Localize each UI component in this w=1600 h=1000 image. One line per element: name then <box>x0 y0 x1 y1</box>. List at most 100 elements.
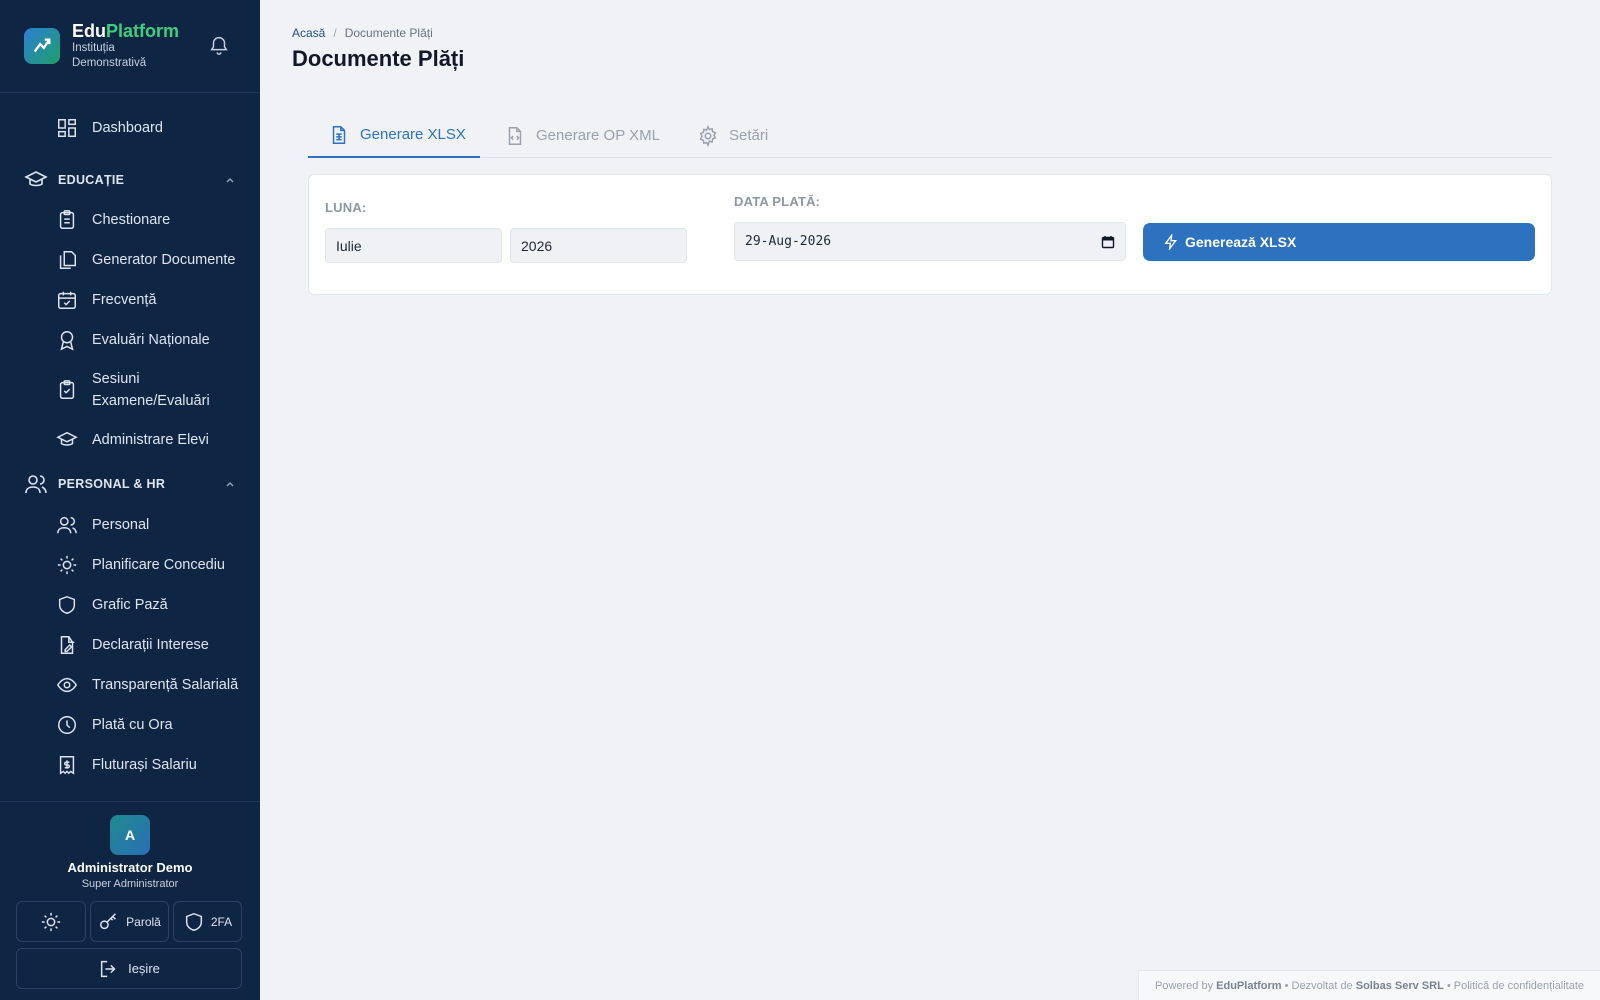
sidebar-item-planificare-concediu[interactable]: Planificare Concediu <box>56 554 225 576</box>
dashboard-icon <box>58 119 76 137</box>
sidebar-item-plata-cu-ora[interactable]: Plată cu Ora <box>56 714 173 736</box>
sidebar-item-label: Plată cu Ora <box>92 717 173 733</box>
year-input[interactable]: 2026 <box>510 228 687 263</box>
tab-generare-op-xml[interactable]: Generare OP XML <box>504 113 660 158</box>
month-select[interactable]: Iulie <box>325 228 502 263</box>
chevron-up-icon <box>226 482 234 487</box>
award-icon <box>60 331 74 351</box>
sidebar-item-evaluari-nationale[interactable]: Evaluări Naționale <box>56 329 210 351</box>
logo-icon <box>24 28 60 64</box>
tab-setari[interactable]: Setări <box>697 113 768 158</box>
key-icon <box>100 912 117 929</box>
sidebar: EduPlatform Instituția Demonstrativă Das… <box>0 0 260 1000</box>
twofa-button[interactable]: 2FA <box>173 901 242 942</box>
section-label: EDUCAȚIE <box>58 173 125 187</box>
footer: Powered by EduPlatform • Dezvoltat de So… <box>1138 970 1600 1000</box>
xlsx-form-card: LUNA: Iulie 2026 DATA PLATĂ: 29-Aug-2026… <box>308 174 1552 295</box>
code-file-icon <box>508 126 522 145</box>
graduation-cap-icon <box>24 171 48 187</box>
sidebar-item-label: Sesiuni Examene/Evaluări <box>92 371 210 409</box>
sidebar-item-frecventa[interactable]: Frecvență <box>56 289 156 311</box>
sidebar-section-hr[interactable]: PERSONAL & HR <box>24 472 236 496</box>
breadcrumb-current: Documente Plăți <box>344 26 433 40</box>
payment-date-value: 29-Aug-2026 <box>745 234 832 249</box>
breadcrumb: Acasă / Documente Plăți <box>292 26 433 40</box>
lightning-icon <box>1164 234 1177 250</box>
notification-bell-icon[interactable] <box>208 34 230 56</box>
sidebar-item-label: Declarații Interese <box>92 637 209 653</box>
calendar-check-icon <box>58 291 76 309</box>
shield-icon <box>58 595 76 615</box>
sun-icon <box>41 912 61 931</box>
brand-text: EduPlatform Instituția Demonstrativă <box>72 21 179 71</box>
sidebar-item-label: Planificare Concediu <box>92 557 225 573</box>
sidebar-item-label: Fluturași Salariu <box>92 757 197 773</box>
password-label: Parolă <box>126 914 161 929</box>
tab-bar: Generare XLSX Generare OP XML Setări <box>308 113 1552 158</box>
avatar[interactable]: A <box>110 815 150 855</box>
receipt-icon <box>59 756 75 775</box>
breadcrumb-separator: / <box>333 26 337 40</box>
users-icon <box>57 516 77 534</box>
sidebar-item-generator-documente[interactable]: Generator Documente <box>56 249 235 271</box>
sidebar-item-label: Dashboard <box>92 120 163 136</box>
clipboard-check-icon <box>59 380 75 399</box>
sidebar-item-label: Chestionare <box>92 212 171 228</box>
clipboard-list-icon <box>59 210 75 229</box>
sidebar-item-fluturasi-salariu[interactable]: Fluturași Salariu <box>56 754 197 776</box>
sidebar-item-transparenta-salariala[interactable]: Transparență Salarială <box>56 674 238 696</box>
twofa-label: 2FA <box>210 914 233 929</box>
chevron-up-icon <box>226 178 234 183</box>
generate-xlsx-button[interactable]: Generează XLSX <box>1143 223 1535 261</box>
generate-xlsx-label: Generează XLSX <box>1185 234 1297 250</box>
payment-date-label: DATA PLATĂ: <box>734 194 821 209</box>
sidebar-section-education[interactable]: EDUCAȚIE <box>24 168 236 192</box>
logout-button[interactable]: Ieșire <box>16 948 242 989</box>
sidebar-item-label: Generator Documente <box>92 252 236 268</box>
user-role: Super Administrator <box>81 878 179 890</box>
brand-header: EduPlatform Instituția Demonstrativă <box>0 0 260 93</box>
section-label: PERSONAL & HR <box>58 477 166 491</box>
sidebar-item-administrare-elevi[interactable]: Administrare Elevi <box>56 429 209 451</box>
sidebar-item-label: Administrare Elevi <box>92 432 209 448</box>
breadcrumb-home-link[interactable]: Acasă <box>292 26 325 40</box>
users-icon <box>25 475 47 494</box>
sidebar-item-label: Evaluări Naționale <box>92 332 210 348</box>
page-title: Documente Plăți <box>292 46 465 71</box>
password-button[interactable]: Parolă <box>90 901 169 942</box>
sidebar-item-label: Personal <box>92 517 150 533</box>
spreadsheet-file-icon <box>332 125 346 144</box>
graduation-cap-icon <box>56 431 78 446</box>
documents-icon <box>59 251 76 269</box>
sidebar-item-sesiuni-examene[interactable]: Sesiuni Examene/Evaluări <box>56 368 232 412</box>
eye-icon <box>56 677 78 693</box>
sidebar-item-label: Transparență Salarială <box>92 677 239 693</box>
tab-label: Generare XLSX <box>360 126 466 143</box>
tab-label: Generare OP XML <box>536 127 660 144</box>
payment-date-input[interactable]: 29-Aug-2026 <box>734 222 1126 261</box>
month-label: LUNA: <box>325 200 367 215</box>
user-name: Administrator Demo <box>67 860 193 875</box>
footer-company: Solbas Serv SRL <box>1355 979 1444 992</box>
brand-name-edu: Edu <box>72 21 106 41</box>
institution-name: Instituția Demonstrativă <box>72 42 147 69</box>
file-edit-icon <box>60 636 75 654</box>
footer-dev: • Dezvoltat de <box>1284 979 1353 992</box>
calendar-icon[interactable] <box>1101 235 1115 249</box>
sidebar-nav: Dashboard EDUCAȚIE Chestionare Generator… <box>0 93 260 801</box>
sidebar-item-personal[interactable]: Personal <box>56 514 149 536</box>
sidebar-item-grafic-paza[interactable]: Grafic Pază <box>56 594 168 616</box>
user-panel: A Administrator Demo Super Administrator… <box>0 801 260 1000</box>
sun-icon <box>57 555 77 575</box>
tab-generare-xlsx[interactable]: Generare XLSX <box>308 113 480 158</box>
sidebar-item-chestionare[interactable]: Chestionare <box>56 209 170 231</box>
sidebar-item-label: Grafic Pază <box>92 597 168 613</box>
sidebar-item-dashboard[interactable]: Dashboard <box>56 117 163 139</box>
footer-privacy-link[interactable]: • Politică de confidențialitate <box>1447 980 1584 992</box>
logout-icon <box>101 960 116 977</box>
footer-powered: Powered by <box>1155 979 1214 992</box>
sidebar-item-declaratii-interese[interactable]: Declarații Interese <box>56 634 209 656</box>
brand-name-platform: Platform <box>106 21 180 41</box>
tab-label: Setări <box>729 127 769 144</box>
theme-toggle-button[interactable] <box>16 901 86 942</box>
